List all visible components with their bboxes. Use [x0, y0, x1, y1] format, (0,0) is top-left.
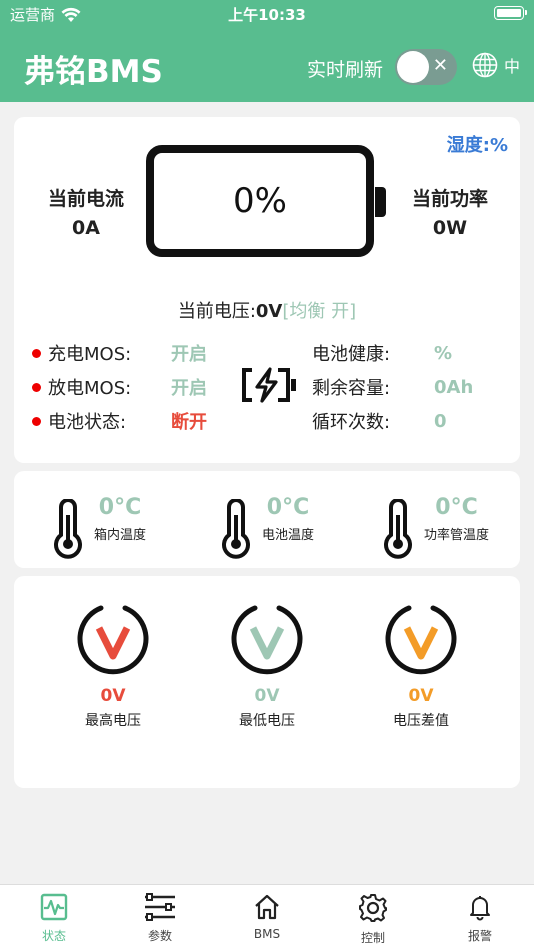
remaining-capacity-row: 剩余容量: 0Ah	[312, 375, 474, 400]
min-voltage-value: 0V	[254, 686, 280, 706]
status-dot	[32, 382, 41, 392]
status-battery-icon	[494, 6, 527, 20]
language-label: 中	[504, 57, 521, 76]
discharge-mos-row: 放电MOS: 开启	[32, 375, 207, 399]
tab-label: 参数	[147, 929, 172, 943]
discharge-mos-label: 放电MOS:	[48, 378, 132, 399]
close-icon: ✕	[432, 55, 448, 76]
battery-percent: 0%	[233, 181, 287, 221]
temp-text: 0°C 箱内温度	[94, 495, 146, 543]
battery-state-label: 电池状态:	[48, 412, 127, 433]
thermometer-icon	[54, 499, 82, 559]
status-time: 上午10:33	[228, 6, 306, 24]
battery-health-value: %	[434, 342, 453, 364]
remaining-capacity-value: 0Ah	[434, 376, 474, 398]
status-dot	[32, 416, 41, 426]
voltage-label: 当前电压:	[177, 301, 256, 322]
tab-alarm[interactable]: 报警	[440, 893, 520, 944]
tab-label: 状态	[41, 929, 66, 943]
battery-health-row: 电池健康: %	[312, 341, 453, 366]
charge-mos-row: 充电MOS: 开启	[32, 341, 207, 365]
max-voltage-label: 最高电压	[85, 713, 141, 729]
battery-state-row: 电池状态: 断开	[32, 409, 207, 433]
bottom-tab-bar: 状态 参数 BMS 控制 报警	[0, 884, 534, 950]
battery-overview-card: 湿度:% 当前电流 0A 0% 当前功率 0W 当前电压:0V[均衡 开] 充电…	[14, 117, 520, 463]
temp-text: 0°C 电池温度	[262, 495, 314, 543]
pulse-icon	[40, 893, 68, 921]
charge-mos-value: 开启	[171, 344, 207, 365]
temp-label: 电池温度	[262, 528, 315, 543]
battery-tip	[375, 187, 386, 217]
remaining-capacity-label: 剩余容量:	[312, 378, 391, 399]
temp-text: 0°C 功率管温度	[424, 495, 489, 543]
temp-item-box: 0°C 箱内温度	[50, 495, 146, 559]
toggle-knob	[397, 51, 429, 83]
tab-label: 控制	[360, 931, 385, 945]
voltage-gauge-icon	[77, 605, 149, 675]
language-button[interactable]: 中	[472, 52, 520, 78]
cell-voltage-card: 0V 最高电压 0V 最低电压 0V 电压差值	[14, 576, 520, 788]
battery-charging-icon	[242, 367, 296, 403]
tab-status[interactable]: 状态	[14, 893, 94, 944]
battery-health-label: 电池健康:	[312, 344, 391, 365]
current-value: 0A	[72, 217, 100, 239]
app-header: 运营商 上午10:33 弗铭BMS 实时刷新 ✕ 中	[0, 0, 534, 102]
tab-label: BMS	[253, 927, 281, 941]
tab-bms[interactable]: BMS	[227, 893, 307, 941]
temp-item-battery: 0°C 电池温度	[218, 495, 314, 559]
charge-mos-label: 充电MOS:	[48, 344, 132, 365]
cycle-count-row: 循环次数: 0	[312, 409, 447, 434]
tab-label: 报警	[467, 929, 492, 943]
temperature-card: 0°C 箱内温度 0°C 电池温度 0°C 功率管温度	[14, 471, 520, 568]
temp-value: 0°C	[98, 495, 142, 520]
voltage-value: 0V	[255, 301, 283, 322]
power-label: 当前功率	[411, 188, 488, 210]
power-block: 当前功率 0W	[390, 184, 510, 239]
battery-level-indicator: 0%	[146, 145, 386, 257]
temp-label: 箱内温度	[94, 528, 147, 543]
home-icon	[255, 894, 279, 920]
app-title: 弗铭BMS	[24, 54, 163, 90]
voltage-line: 当前电压:0V[均衡 开]	[14, 297, 520, 323]
min-voltage-label: 最低电压	[239, 713, 295, 729]
discharge-mos-value: 开启	[171, 378, 207, 399]
voltage-diff-gauge: 0V 电压差值	[366, 602, 476, 730]
temp-label: 功率管温度	[424, 528, 490, 543]
refresh-label: 实时刷新	[307, 59, 384, 81]
humidity-value: 湿度:%	[446, 135, 508, 156]
voltage-diff-label: 电压差值	[393, 713, 449, 729]
status-bar: 运营商 上午10:33	[0, 0, 534, 28]
voltage-diff-value: 0V	[408, 686, 434, 706]
battery-state-value: 断开	[171, 412, 207, 433]
list-icon	[145, 893, 175, 921]
cycle-count-value: 0	[434, 410, 447, 432]
cycle-count-label: 循环次数:	[312, 412, 391, 433]
temp-value: 0°C	[266, 495, 310, 520]
power-value: 0W	[432, 217, 468, 239]
refresh-toggle[interactable]: ✕	[395, 49, 457, 85]
globe-icon	[472, 52, 498, 78]
current-block: 当前电流 0A	[26, 184, 146, 239]
temp-item-power-tube: 0°C 功率管温度	[380, 495, 489, 559]
gear-icon	[359, 894, 387, 922]
voltage-gauge-icon	[385, 605, 457, 675]
min-voltage-gauge: 0V 最低电压	[212, 602, 322, 730]
status-dot	[32, 348, 41, 358]
voltage-gauge-icon	[231, 605, 303, 675]
tab-control[interactable]: 控制	[333, 893, 413, 946]
temp-value: 0°C	[435, 495, 478, 520]
current-label: 当前电流	[47, 188, 124, 210]
thermometer-icon	[222, 499, 250, 559]
max-voltage-value: 0V	[100, 686, 126, 706]
balance-status: [均衡 开]	[282, 301, 357, 322]
max-voltage-gauge: 0V 最高电压	[58, 602, 168, 730]
tab-params[interactable]: 参数	[120, 893, 200, 944]
bell-icon	[470, 896, 490, 921]
thermometer-icon	[384, 499, 412, 559]
